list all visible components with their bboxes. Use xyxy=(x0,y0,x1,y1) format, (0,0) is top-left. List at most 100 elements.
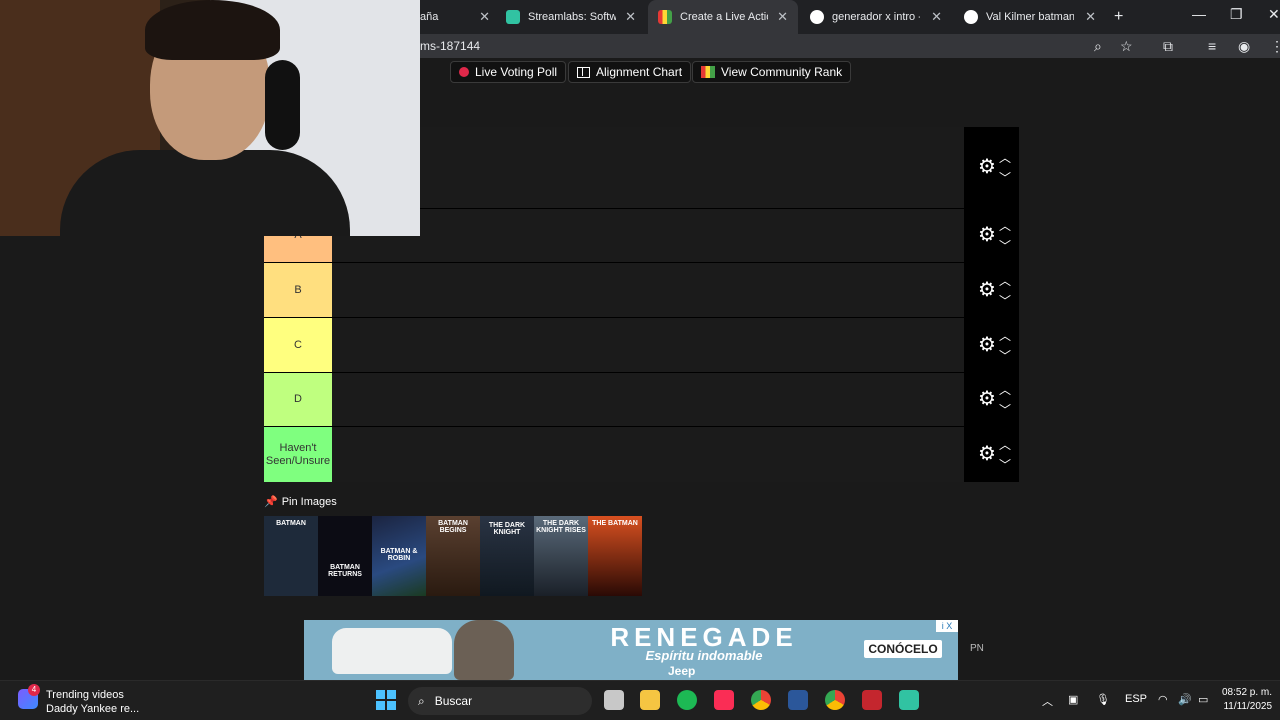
chevron-down-icon[interactable]: ﹀ xyxy=(998,401,1012,418)
tier-label[interactable]: B xyxy=(264,263,332,317)
chevron-down-icon[interactable]: ﹀ xyxy=(998,237,1012,254)
widget-subtitle: Daddy Yankee re... xyxy=(46,703,140,715)
restore-icon[interactable]: ❐ xyxy=(1230,6,1243,23)
pin-images-toggle[interactable]: 📌 Pin Images xyxy=(264,495,337,509)
tier-dropzone[interactable] xyxy=(332,209,964,262)
chevron-up-icon[interactable]: ︿ xyxy=(998,272,1012,289)
browser-tab[interactable]: Streamlabs: Software ✕ xyxy=(496,0,646,34)
chevron-down-icon[interactable]: ﹀ xyxy=(998,169,1012,186)
system-clock[interactable]: 08:52 p. m. 11/11/2025 xyxy=(1222,686,1272,714)
windows-start-icon[interactable] xyxy=(376,690,396,710)
bookmark-star-icon[interactable]: ☆ xyxy=(1120,38,1133,55)
tier-label[interactable]: C xyxy=(264,318,332,372)
poster-caption: THE DARK KNIGHT RISES xyxy=(536,520,586,534)
taskbar-search[interactable]: ⌕ Buscar xyxy=(408,687,592,715)
chrome-icon[interactable] xyxy=(751,690,771,710)
browser-tab-active[interactable]: Create a Live Action ✕ xyxy=(648,0,798,34)
gear-icon[interactable]: ⚙ xyxy=(976,224,998,246)
close-tab-icon[interactable]: ✕ xyxy=(1085,9,1096,25)
widgets-button[interactable]: 4 Trending videos Daddy Yankee re... xyxy=(18,684,140,715)
live-voting-poll-button[interactable]: Live Voting Poll xyxy=(450,61,567,83)
gear-icon[interactable]: ⚙ xyxy=(976,279,998,301)
tier-controls: ⚙ ︿ ﹀ xyxy=(964,263,1019,317)
poster-image[interactable]: BATMAN xyxy=(264,516,318,596)
close-tab-icon[interactable]: ✕ xyxy=(777,9,788,25)
poster-image[interactable]: BATMAN & ROBIN xyxy=(372,516,426,596)
ad-jeep-logo: Jeep xyxy=(668,664,696,678)
tier-controls: ⚙ ︿ ﹀ xyxy=(964,209,1019,262)
wifi-icon[interactable]: ◠ xyxy=(1158,693,1168,706)
tier-dropzone[interactable] xyxy=(332,127,964,208)
alignment-chart-button[interactable]: Alignment Chart xyxy=(568,61,692,83)
poster-image[interactable]: THE DARK KNIGHT xyxy=(480,516,534,596)
poster-image[interactable]: BATMAN RETURNS xyxy=(318,516,372,596)
gear-icon[interactable]: ⚙ xyxy=(976,388,998,410)
chevron-down-icon[interactable]: ﹀ xyxy=(998,347,1012,364)
google-favicon-icon xyxy=(810,10,824,24)
ad-cta-button[interactable]: CONÓCELO xyxy=(864,640,942,658)
tier-icon xyxy=(701,66,715,78)
search-icon: ⌕ xyxy=(418,693,425,708)
poster-image[interactable]: BATMAN BEGINS xyxy=(426,516,480,596)
menu-kebab-icon[interactable]: ⋮ xyxy=(1270,38,1280,55)
widget-icon: 4 xyxy=(18,684,40,709)
language-indicator[interactable]: ESP xyxy=(1125,693,1147,705)
streamlabs-favicon-icon xyxy=(506,10,520,24)
chevron-up-icon[interactable]: ︿ xyxy=(998,217,1012,234)
task-view-icon[interactable] xyxy=(604,690,624,710)
chevron-up-icon[interactable]: ︿ xyxy=(998,381,1012,398)
battery-icon[interactable]: ▭ xyxy=(1198,693,1208,706)
browser-tab[interactable]: Val Kilmer batman - ✕ xyxy=(954,0,1106,34)
media-control-icon[interactable]: ≡ xyxy=(1208,38,1216,54)
chevron-up-icon[interactable]: ︿ xyxy=(998,149,1012,166)
tier-dropzone[interactable] xyxy=(332,263,964,317)
close-window-icon[interactable]: ✕ xyxy=(1268,6,1280,23)
tier-label[interactable]: Haven't Seen/Unsure xyxy=(264,427,332,482)
zoom-icon[interactable]: ⌕ xyxy=(1094,38,1102,55)
browser-tab[interactable]: generador x intro - B ✕ xyxy=(800,0,952,34)
close-tab-icon[interactable]: ✕ xyxy=(625,9,636,25)
itunes-icon[interactable] xyxy=(714,690,734,710)
gear-icon[interactable]: ⚙ xyxy=(976,156,998,178)
spotify-icon[interactable] xyxy=(677,690,697,710)
browser-tab[interactable]: aña ✕ xyxy=(410,0,500,34)
word-icon[interactable] xyxy=(788,690,808,710)
tier-dropzone[interactable] xyxy=(332,373,964,426)
clock-time: 08:52 p. m. xyxy=(1222,687,1273,698)
streamlabs-icon[interactable] xyxy=(899,690,919,710)
tier-dropzone[interactable] xyxy=(332,318,964,372)
gear-icon[interactable]: ⚙ xyxy=(976,443,998,465)
extensions-icon[interactable]: ⧉ xyxy=(1163,38,1173,55)
chrome-profile-icon[interactable] xyxy=(825,690,845,710)
winrar-icon[interactable] xyxy=(862,690,882,710)
chevron-down-icon[interactable]: ﹀ xyxy=(998,456,1012,473)
file-explorer-icon[interactable] xyxy=(640,690,660,710)
view-community-rank-button[interactable]: View Community Rank xyxy=(692,61,852,83)
tray-app-icon[interactable]: ▣ xyxy=(1068,693,1078,706)
close-tab-icon[interactable]: ✕ xyxy=(931,9,942,25)
tray-overflow-icon[interactable]: ︿ xyxy=(1042,693,1053,709)
gear-icon[interactable]: ⚙ xyxy=(976,334,998,356)
minimize-icon[interactable]: — xyxy=(1192,6,1206,22)
chevron-up-icon[interactable]: ︿ xyxy=(998,327,1012,344)
microphone-icon[interactable]: 🎙 xyxy=(1096,693,1110,706)
headphones xyxy=(265,60,300,150)
poster-image[interactable]: THE DARK KNIGHT RISES xyxy=(534,516,588,596)
record-dot-icon xyxy=(459,67,469,77)
ad-choices-icon[interactable]: i X xyxy=(936,620,958,632)
poster-caption: BATMAN RETURNS xyxy=(328,564,362,578)
tier-label[interactable]: D xyxy=(264,373,332,426)
url-text[interactable]: ms-187144 xyxy=(420,39,480,53)
volume-icon[interactable]: 🔊 xyxy=(1178,693,1192,706)
profile-icon[interactable]: ◉ xyxy=(1238,38,1250,55)
poster-image[interactable]: THE BATMAN xyxy=(588,516,642,596)
tier-row-c: C ⚙ ︿ ﹀ xyxy=(264,318,1019,373)
tab-title: aña xyxy=(420,11,439,23)
chevron-down-icon[interactable]: ﹀ xyxy=(998,292,1012,309)
tier-controls: ⚙ ︿ ﹀ xyxy=(964,373,1019,426)
new-tab-icon[interactable]: + xyxy=(1114,8,1123,26)
tier-dropzone[interactable] xyxy=(332,427,964,482)
chevron-up-icon[interactable]: ︿ xyxy=(998,436,1012,453)
close-tab-icon[interactable]: ✕ xyxy=(479,9,490,25)
ad-banner[interactable]: RENEGADE Espíritu indomable Jeep CONÓCEL… xyxy=(304,620,958,680)
